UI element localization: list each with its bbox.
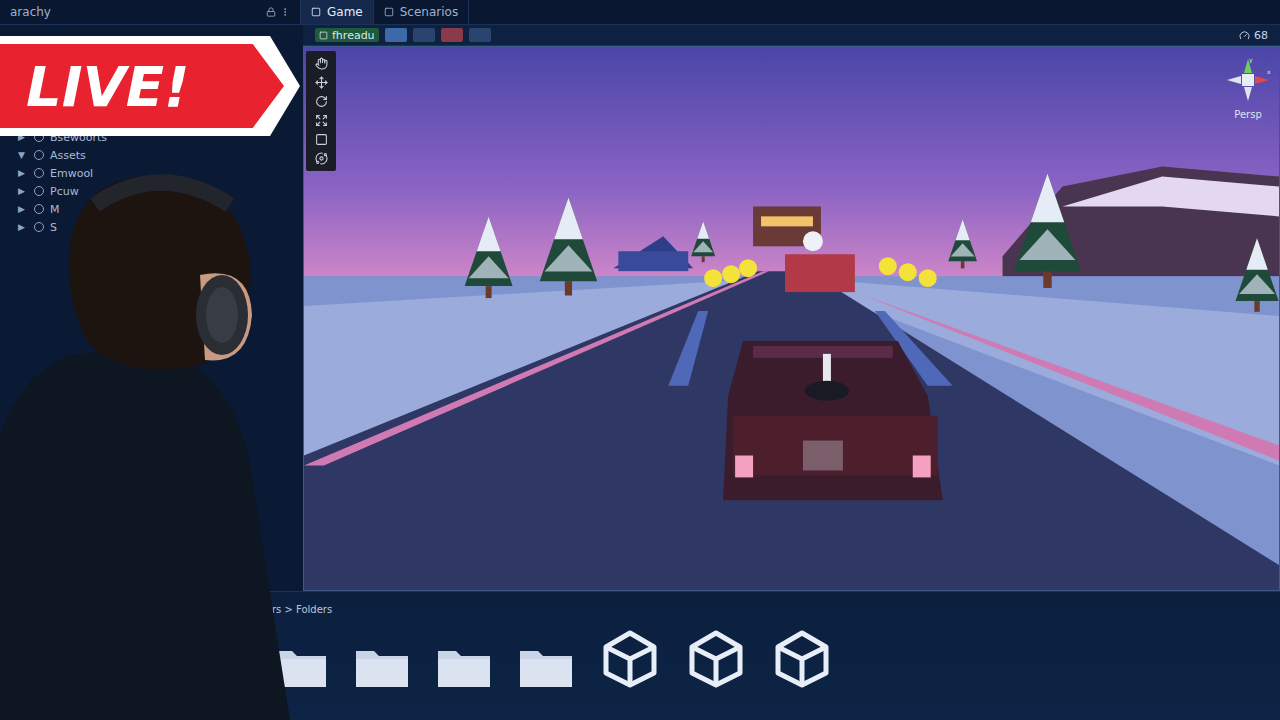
tab-icon [311, 7, 321, 17]
unity-editor: arachyGameScenarios▶Bsewoorts▼Assets▶Emw… [0, 0, 1280, 720]
expand-arrow-icon[interactable]: ▶ [18, 204, 28, 214]
toggle-button[interactable] [469, 28, 491, 42]
game-view[interactable]: yxPersp [303, 46, 1280, 591]
tool-palette [306, 51, 336, 171]
object-icon [34, 186, 44, 196]
svg-text:x: x [1267, 68, 1271, 75]
coin [704, 269, 722, 287]
pine-tree [465, 216, 513, 298]
toggle-button[interactable] [413, 28, 435, 42]
breadcrumb[interactable]: rs > Folders [272, 604, 1280, 615]
pine-tree [948, 219, 977, 268]
toggle-button[interactable] [441, 28, 463, 42]
player-car[interactable] [723, 341, 943, 500]
tab-icon [384, 7, 394, 17]
expand-arrow-icon[interactable]: ▼ [18, 150, 28, 160]
editor-tab-bar: arachyGameScenarios [0, 0, 1280, 25]
hand-tool-icon[interactable] [315, 57, 328, 70]
unity-asset-icon[interactable] [600, 629, 660, 689]
scene-gizmo[interactable]: yxPersp [1223, 55, 1273, 120]
coin [739, 259, 757, 277]
tab-spacer [469, 0, 1280, 24]
object-icon [34, 222, 44, 232]
asset-row [272, 629, 1280, 689]
unity-asset-icon[interactable] [772, 629, 832, 689]
editor-tab[interactable]: Game [301, 0, 374, 24]
axis-gizmo-icon[interactable]: yx [1223, 55, 1273, 105]
coin [919, 269, 937, 287]
move-tool-icon[interactable] [315, 76, 328, 89]
object-icon [34, 204, 44, 214]
coin [899, 263, 917, 281]
expand-arrow-icon[interactable]: ▶ [18, 168, 28, 178]
pine-tree [540, 197, 597, 295]
projection-label[interactable]: Persp [1234, 109, 1262, 120]
streamer-photo [0, 165, 300, 720]
rect-tool-icon[interactable] [315, 133, 328, 146]
stats-icon [1239, 30, 1250, 41]
editor-tab[interactable]: arachy [0, 0, 301, 24]
game-scene [304, 47, 1279, 590]
unity-asset-icon[interactable] [686, 629, 746, 689]
svg-text:y: y [1249, 56, 1253, 64]
pine-tree [1235, 238, 1278, 312]
folder-icon[interactable] [436, 643, 492, 689]
display-icon [319, 31, 328, 40]
pine-tree [691, 221, 715, 262]
expand-arrow-icon[interactable]: ▶ [18, 222, 28, 232]
object-icon [34, 150, 44, 160]
live-badge: LIVE! [0, 36, 300, 136]
coin [722, 265, 740, 283]
game-column: fhreadu68yxPersp [303, 25, 1280, 591]
scale-tool-icon[interactable] [315, 114, 328, 127]
lock-icon[interactable] [266, 7, 276, 17]
display-dropdown[interactable]: fhreadu [315, 28, 379, 42]
game-toolbar: fhreadu 68 [303, 25, 1280, 46]
toggle-button[interactable] [385, 28, 407, 42]
folder-icon[interactable] [354, 643, 410, 689]
coin [879, 257, 897, 275]
editor-tab[interactable]: Scenarios [374, 0, 469, 24]
hierarchy-item[interactable]: ▼Assets [18, 147, 303, 163]
pine-tree [1014, 174, 1081, 288]
transform-tool-icon[interactable] [315, 152, 328, 165]
folder-icon[interactable] [518, 643, 574, 689]
expand-arrow-icon[interactable]: ▶ [18, 186, 28, 196]
live-badge-label: LIVE! [0, 44, 284, 128]
stats-counter[interactable]: 68 [1239, 29, 1268, 42]
menu-icon[interactable] [280, 7, 290, 17]
object-icon [34, 168, 44, 178]
rotate-tool-icon[interactable] [315, 95, 328, 108]
